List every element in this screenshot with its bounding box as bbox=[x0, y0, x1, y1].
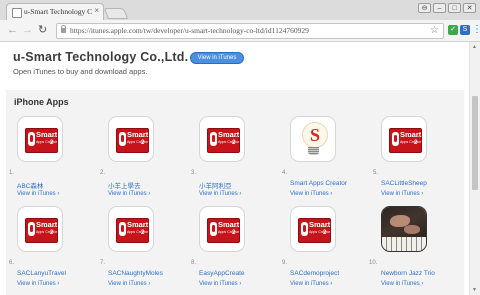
view-in-itunes-link[interactable]: View in iTunes › bbox=[199, 191, 241, 197]
browser-tab[interactable]: u-Smart Technology Co.,Lt × bbox=[6, 3, 104, 20]
scroll-up-icon[interactable]: ▲ bbox=[472, 44, 477, 50]
close-tab-icon[interactable]: × bbox=[94, 6, 99, 15]
address-bar[interactable]: https://itunes.apple.com/tw/developer/u-… bbox=[56, 23, 444, 39]
view-in-itunes-button[interactable]: View in iTunes bbox=[190, 52, 244, 64]
app-item: 9. Smart Apps Creator 2 SACdemoproject Vie… bbox=[282, 206, 362, 295]
profile-button[interactable]: ⊖ bbox=[418, 3, 431, 13]
menu-icon[interactable]: ⋮ bbox=[472, 24, 480, 36]
app-name[interactable]: ABC森林 bbox=[17, 180, 43, 190]
smart-apps-creator-icon[interactable]: Smart Apps Creator 2 bbox=[290, 206, 336, 252]
app-number: 4. bbox=[282, 170, 288, 176]
view-in-itunes-link[interactable]: View in iTunes › bbox=[381, 191, 423, 197]
smart-apps-creator-icon[interactable]: Smart Apps Creator 2 bbox=[199, 116, 245, 162]
minimize-button[interactable]: – bbox=[433, 3, 446, 13]
view-in-itunes-link[interactable]: View in iTunes › bbox=[17, 191, 59, 197]
app-item: 8. Smart Apps Creator 2 EasyAppCreate View… bbox=[191, 206, 271, 295]
app-name[interactable]: SACdemoproject bbox=[290, 270, 339, 277]
app-number: 6. bbox=[9, 260, 15, 266]
developer-subtitle: Open iTunes to buy and download apps. bbox=[13, 67, 148, 76]
app-number: 2. bbox=[100, 170, 106, 176]
app-name[interactable]: SACLanyuTravel bbox=[17, 270, 66, 277]
smart-apps-creator-icon[interactable]: Smart Apps Creator 2 bbox=[108, 206, 154, 252]
view-in-itunes-link[interactable]: View in iTunes › bbox=[108, 281, 150, 287]
back-icon[interactable]: ← bbox=[7, 23, 18, 37]
new-tab-button[interactable] bbox=[103, 8, 129, 19]
app-number: 3. bbox=[191, 170, 197, 176]
page-icon bbox=[12, 8, 22, 18]
app-number: 1. bbox=[9, 170, 15, 176]
app-item: 1. Smart Apps Creator 2 ABC森林 View in iTun… bbox=[9, 116, 89, 216]
scrollbar-thumb[interactable] bbox=[472, 96, 478, 190]
page-content: u-Smart Technology Co.,Ltd. View in iTun… bbox=[0, 42, 480, 295]
title-bar: u-Smart Technology Co.,Lt × ⊖ – □ ✕ bbox=[0, 0, 480, 20]
smart-apps-creator-icon[interactable]: Smart Apps Creator 2 bbox=[381, 116, 427, 162]
developer-name: u-Smart Technology Co.,Ltd. bbox=[13, 50, 189, 64]
url-text[interactable]: https://itunes.apple.com/tw/developer/u-… bbox=[70, 26, 410, 35]
apps-section: iPhone Apps 1. Smart Apps Creator 2 ABC森林 … bbox=[6, 90, 464, 295]
app-name[interactable]: SACLittleSheep bbox=[381, 180, 427, 187]
reload-icon[interactable]: ↻ bbox=[38, 23, 47, 37]
smart-apps-creator-icon[interactable]: Smart Apps Creator 2 bbox=[108, 116, 154, 162]
lock-icon bbox=[61, 25, 66, 33]
smart-apps-creator-icon[interactable]: Smart Apps Creator 2 bbox=[199, 206, 245, 252]
app-item: 7. Smart Apps Creator 2 SACNaughtyMoles Vi… bbox=[100, 206, 180, 295]
app-item: 10. Newborn Jazz Trio View in iTunes › bbox=[369, 206, 449, 295]
maximize-button[interactable]: □ bbox=[448, 3, 461, 13]
view-in-itunes-link[interactable]: View in iTunes › bbox=[108, 191, 150, 197]
view-in-itunes-link[interactable]: View in iTunes › bbox=[17, 281, 59, 287]
app-item: 4. S Smart Apps Creator View in iTunes › bbox=[282, 116, 362, 216]
app-item: 3. Smart Apps Creator 2 小羊阿利亞 View in iTun… bbox=[191, 116, 271, 216]
section-title: iPhone Apps bbox=[14, 97, 69, 107]
browser-toolbar: ← → ↻ https://itunes.apple.com/tw/develo… bbox=[0, 20, 480, 42]
bookmark-star-icon[interactable]: ☆ bbox=[430, 25, 439, 36]
view-in-itunes-link[interactable]: View in iTunes › bbox=[290, 191, 332, 197]
view-in-itunes-link[interactable]: View in iTunes › bbox=[290, 281, 332, 287]
app-number: 8. bbox=[191, 260, 197, 266]
app-number: 10. bbox=[369, 260, 378, 266]
app-name[interactable]: Newborn Jazz Trio bbox=[381, 270, 435, 277]
view-in-itunes-link[interactable]: View in iTunes › bbox=[381, 281, 423, 287]
app-name[interactable]: 小羊上學去 bbox=[108, 180, 141, 190]
app-number: 7. bbox=[100, 260, 106, 266]
extension-check-icon[interactable]: ✓ bbox=[448, 25, 458, 35]
vertical-scrollbar[interactable]: ▲ ▼ bbox=[469, 42, 480, 295]
app-name[interactable]: Smart Apps Creator bbox=[290, 180, 347, 187]
view-in-itunes-link[interactable]: View in iTunes › bbox=[199, 281, 241, 287]
tab-title: u-Smart Technology Co.,Lt bbox=[24, 7, 92, 16]
app-item: 2. Smart Apps Creator 2 小羊上學去 View in iTun… bbox=[100, 116, 180, 216]
app-name[interactable]: EasyAppCreate bbox=[199, 270, 245, 277]
piano-photo-icon[interactable] bbox=[381, 206, 427, 252]
lightbulb-s-icon[interactable]: S bbox=[290, 116, 336, 162]
app-item: 5. Smart Apps Creator 2 SACLittleSheep Vie… bbox=[373, 116, 453, 216]
smart-apps-creator-icon[interactable]: Smart Apps Creator 2 bbox=[17, 206, 63, 252]
window-controls: ⊖ – □ ✕ bbox=[418, 3, 476, 13]
app-item: 6. Smart Apps Creator 2 SACLanyuTravel Vie… bbox=[9, 206, 89, 295]
app-number: 9. bbox=[282, 260, 288, 266]
scroll-down-icon[interactable]: ▼ bbox=[472, 287, 477, 293]
close-window-button[interactable]: ✕ bbox=[463, 3, 476, 13]
app-name[interactable]: SACNaughtyMoles bbox=[108, 270, 163, 277]
smart-apps-creator-icon[interactable]: Smart Apps Creator 2 bbox=[17, 116, 63, 162]
forward-icon[interactable]: → bbox=[22, 23, 33, 37]
app-name[interactable]: 小羊阿利亞 bbox=[199, 180, 232, 190]
extension-s-icon[interactable]: S bbox=[460, 25, 470, 35]
app-number: 5. bbox=[373, 170, 379, 176]
